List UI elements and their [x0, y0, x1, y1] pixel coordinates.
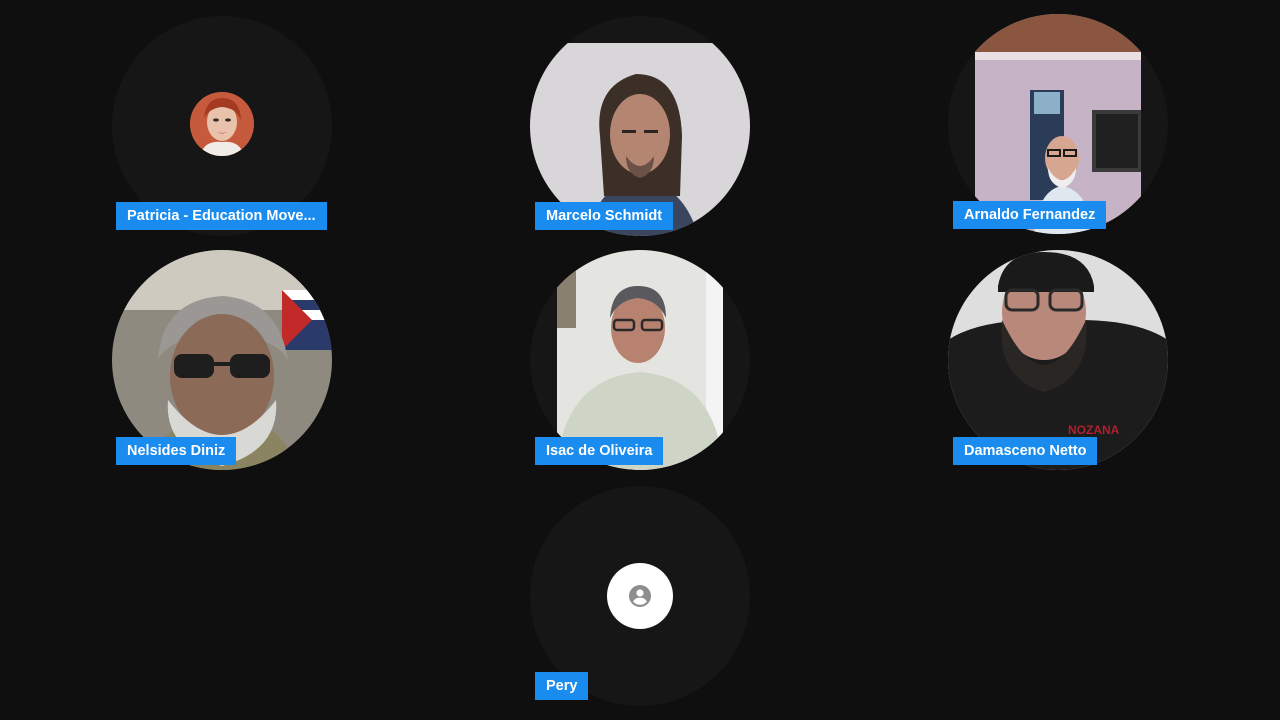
- participant-avatar: [190, 92, 254, 156]
- avatar-image: [190, 92, 254, 156]
- no-camera-avatar: [607, 563, 673, 629]
- participant-name-tag: Isac de Oliveira: [535, 437, 664, 465]
- participant-name-tag: Nelsides Diniz: [116, 437, 237, 465]
- participant-name-tag: Arnaldo Fernandez: [953, 201, 1107, 229]
- person-icon: [629, 585, 651, 607]
- participant-name-tag: Pery: [535, 672, 589, 700]
- participant-name-tag: Patricia - Education Move...: [116, 202, 327, 230]
- svg-text:NOZANA: NOZANA: [1068, 423, 1120, 437]
- participant-name-tag: Marcelo Schmidt: [535, 202, 674, 230]
- participant-name-tag: Damasceno Netto: [953, 437, 1098, 465]
- meeting-grid: Patricia - Education Move... Marcelo Sch…: [0, 0, 1280, 720]
